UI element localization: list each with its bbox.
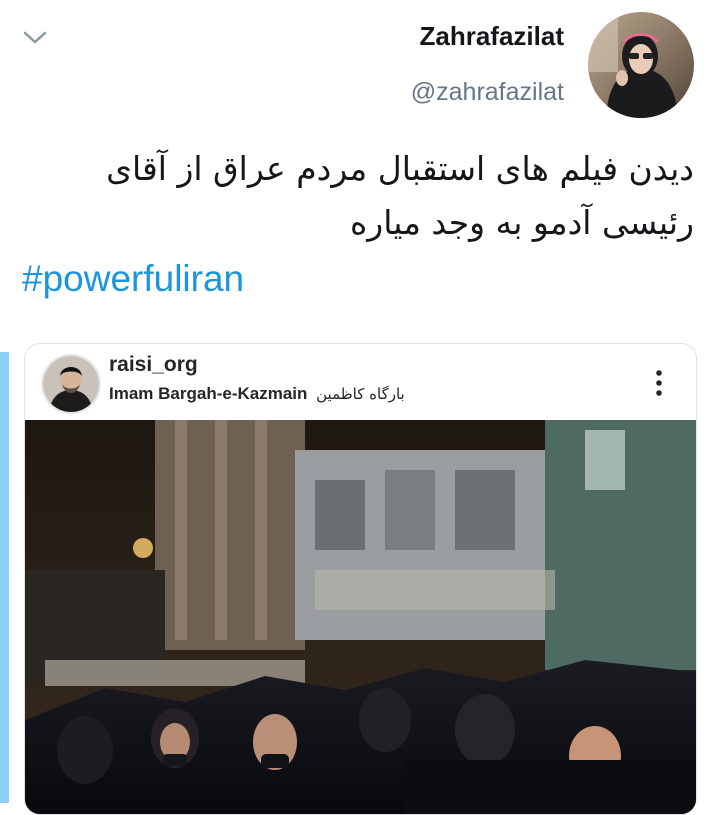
tweet-text-line: رئیسی آدمو به وجد میاره <box>349 203 694 242</box>
embed-username[interactable]: raisi_org <box>109 353 198 377</box>
embed-location[interactable]: Imam Bargah-e-Kazmain بارگاه کاظمین <box>109 384 405 404</box>
video-frame <box>25 420 696 814</box>
embed-video[interactable] <box>25 420 696 814</box>
author-name[interactable]: Zahrafazilat <box>411 18 565 54</box>
avatar-photo <box>588 12 694 118</box>
tweet-text: دیدن فیلم های استقبال مردم عراق از آقای … <box>14 142 694 250</box>
embed-location-fa: بارگاه کاظمین <box>316 385 405 403</box>
author-avatar[interactable] <box>588 12 694 118</box>
author-handle[interactable]: @zahrafazilat <box>411 74 564 110</box>
thread-bar <box>0 352 9 803</box>
instagram-embed-card[interactable]: raisi_org Imam Bargah-e-Kazmain بارگاه ک… <box>24 343 697 815</box>
tweet-author[interactable]: Zahrafazilat @zahrafazilat <box>411 18 564 110</box>
more-vertical-icon[interactable] <box>649 366 669 400</box>
hashtag-link[interactable]: #powerfuliran <box>22 258 244 300</box>
chevron-down-icon[interactable] <box>22 28 48 48</box>
embed-avatar[interactable] <box>41 354 101 414</box>
tweet-text-line: دیدن فیلم های استقبال مردم عراق از آقای <box>106 149 694 188</box>
embed-header: raisi_org Imam Bargah-e-Kazmain بارگاه ک… <box>25 344 696 420</box>
embed-avatar-photo <box>43 356 99 412</box>
embed-location-en: Imam Bargah-e-Kazmain <box>109 384 308 403</box>
